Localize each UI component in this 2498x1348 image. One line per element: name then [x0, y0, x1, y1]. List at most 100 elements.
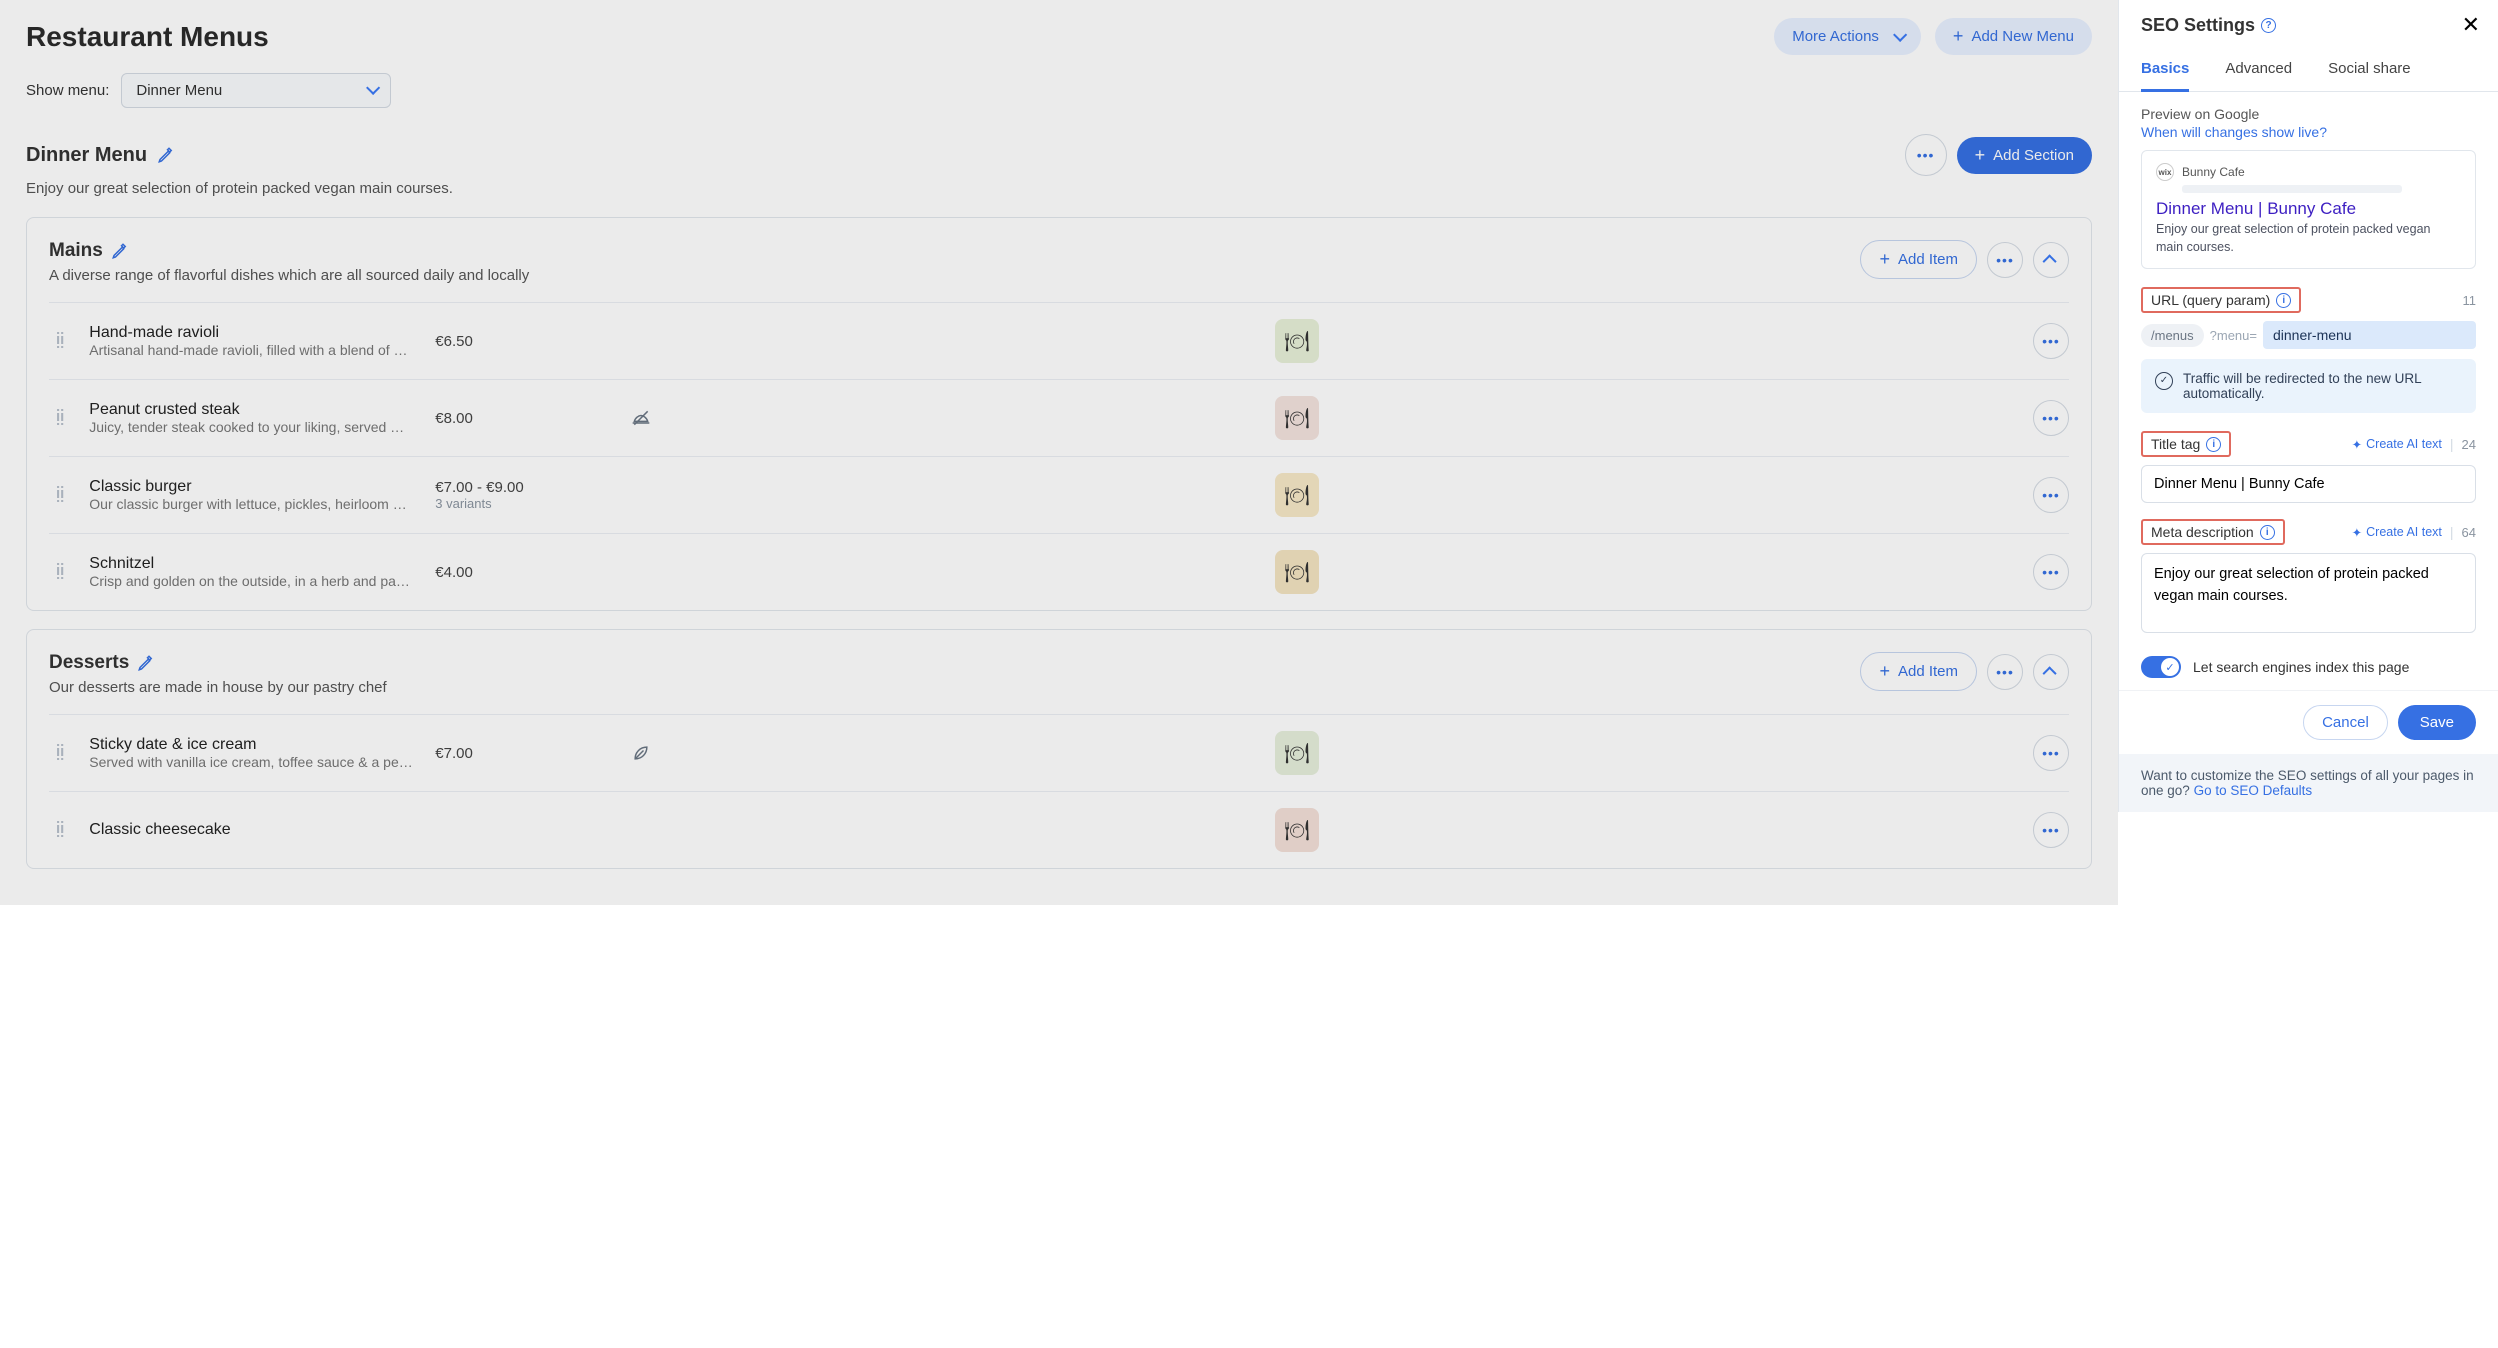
menu-select[interactable]: Dinner Menu — [121, 73, 391, 108]
drag-handle-icon[interactable]: ⠿⠿ — [49, 747, 73, 759]
redirect-notice-text: Traffic will be redirected to the new UR… — [2183, 371, 2462, 401]
index-page-toggle[interactable]: ✓ — [2141, 656, 2181, 678]
info-icon[interactable]: i — [2260, 525, 2275, 540]
section-more-button[interactable] — [1987, 654, 2023, 690]
item-more-button[interactable] — [2033, 812, 2069, 848]
item-price: €8.00 — [435, 410, 565, 427]
save-button[interactable]: Save — [2398, 705, 2476, 740]
item-more-button[interactable] — [2033, 323, 2069, 359]
title-create-ai-text-link[interactable]: ✦ Create AI text — [2352, 437, 2442, 452]
info-icon[interactable]: i — [2206, 437, 2221, 452]
page-title: Restaurant Menus — [26, 21, 269, 53]
drag-handle-icon[interactable]: ⠿⠿ — [49, 335, 73, 347]
meta-create-ai-text-link[interactable]: ✦ Create AI text — [2352, 525, 2442, 540]
plus-icon: + — [1879, 661, 1890, 682]
chevron-down-icon — [360, 82, 376, 99]
menu-more-button[interactable] — [1905, 134, 1947, 176]
collapse-button[interactable] — [2033, 242, 2069, 278]
item-more-button[interactable] — [2033, 735, 2069, 771]
item-name: Peanut crusted steak — [89, 401, 419, 419]
edit-icon[interactable] — [157, 146, 175, 164]
item-price: €7.00 — [435, 745, 565, 762]
item-more-button[interactable] — [2033, 477, 2069, 513]
section-title: Mains — [49, 240, 529, 262]
section-more-button[interactable] — [1987, 242, 2023, 278]
item-thumbnail: 🍽 — [1275, 808, 1319, 852]
add-item-button[interactable]: +Add Item — [1860, 240, 1977, 279]
menu-item-row[interactable]: ⠿⠿ Peanut crusted steak Juicy, tender st… — [49, 379, 2069, 456]
title-char-count: 24 — [2462, 437, 2476, 452]
check-circle-icon — [2155, 371, 2173, 390]
add-section-label: Add Section — [1993, 147, 2074, 164]
menu-item-row[interactable]: ⠿⠿ Classic cheesecake 🍽 — [49, 791, 2069, 868]
drag-handle-icon[interactable]: ⠿⠿ — [49, 412, 73, 424]
google-result-description: Enjoy our great selection of protein pac… — [2156, 221, 2461, 256]
section-subtitle: Our desserts are made in house by our pa… — [49, 679, 387, 696]
add-new-menu-button[interactable]: +Add New Menu — [1935, 18, 2092, 55]
cancel-button[interactable]: Cancel — [2303, 705, 2388, 740]
seo-settings-panel: SEO Settings? ✕ Basics Advanced Social s… — [2118, 0, 2498, 812]
item-description: Juicy, tender steak cooked to your likin… — [89, 419, 419, 435]
meta-char-count: 64 — [2462, 525, 2476, 540]
plus-icon: + — [1879, 249, 1890, 270]
tab-advanced[interactable]: Advanced — [2225, 48, 2292, 91]
item-thumbnail: 🍽 — [1275, 396, 1319, 440]
menu-section-card: Mains A diverse range of flavorful dishes… — [26, 217, 2092, 611]
title-tag-label: Title tagi — [2141, 431, 2231, 457]
help-icon[interactable]: ? — [2261, 18, 2276, 33]
url-char-count: 11 — [2463, 293, 2477, 308]
edit-icon[interactable] — [111, 242, 129, 260]
add-item-label: Add Item — [1898, 663, 1958, 680]
url-slug-input[interactable]: dinner-menu — [2263, 321, 2476, 349]
item-description: Crisp and golden on the outside, in a he… — [89, 573, 419, 589]
menu-description: Enjoy our great selection of protein pac… — [26, 180, 2092, 197]
menu-item-row[interactable]: ⠿⠿ Classic burger Our classic burger wit… — [49, 456, 2069, 533]
leaf-icon — [631, 743, 651, 763]
item-description: Served with vanilla ice cream, toffee sa… — [89, 754, 419, 770]
seo-defaults-footer: Want to customize the SEO settings of al… — [2119, 754, 2498, 812]
drag-handle-icon[interactable]: ⠿⠿ — [49, 566, 73, 578]
drag-handle-icon[interactable]: ⠿⠿ — [49, 824, 73, 836]
url-path-chip: /menus — [2141, 324, 2204, 347]
item-name: Classic cheesecake — [89, 821, 419, 839]
google-preview-card: wix Bunny Cafe Dinner Menu | Bunny Cafe E… — [2141, 150, 2476, 269]
item-thumbnail: 🍽 — [1275, 550, 1319, 594]
info-icon[interactable]: i — [2276, 293, 2291, 308]
tab-social-share[interactable]: Social share — [2328, 48, 2411, 91]
seo-defaults-link[interactable]: Go to SEO Defaults — [2194, 783, 2313, 798]
menu-name: Dinner Menu — [26, 144, 147, 167]
preview-live-link[interactable]: When will changes show live? — [2141, 124, 2476, 140]
collapse-button[interactable] — [2033, 654, 2069, 690]
url-field-label: URL (query param)i — [2141, 287, 2301, 313]
add-item-button[interactable]: + Add Item — [1860, 652, 1977, 691]
more-actions-label: More Actions — [1792, 28, 1879, 45]
menu-section-card: DessertsOur desserts are made in house b… — [26, 629, 2092, 869]
item-thumbnail: 🍽 — [1275, 731, 1319, 775]
item-name: Schnitzel — [89, 555, 419, 573]
google-result-title: Dinner Menu | Bunny Cafe — [2156, 199, 2461, 219]
item-variants: 3 variants — [435, 496, 565, 511]
menu-item-row[interactable]: ⠿⠿ Sticky date & ice cream Served with v… — [49, 714, 2069, 791]
toggle-knob-check-icon: ✓ — [2161, 658, 2179, 676]
add-section-button[interactable]: +Add Section — [1957, 137, 2092, 174]
more-actions-button[interactable]: More Actions — [1774, 18, 1921, 55]
tab-basics[interactable]: Basics — [2141, 48, 2189, 92]
item-name: Sticky date & ice cream — [89, 736, 419, 754]
wix-favicon-icon: wix — [2156, 163, 2174, 181]
edit-icon[interactable] — [137, 654, 155, 672]
section-subtitle: A diverse range of flavorful dishes whic… — [49, 267, 529, 284]
item-more-button[interactable] — [2033, 400, 2069, 436]
menu-item-row[interactable]: ⠿⠿ Hand-made ravioli Artisanal hand-made… — [49, 302, 2069, 379]
title-tag-input[interactable] — [2141, 465, 2476, 503]
item-more-button[interactable] — [2033, 554, 2069, 590]
meta-description-input[interactable] — [2141, 553, 2476, 633]
drag-handle-icon[interactable]: ⠿⠿ — [49, 489, 73, 501]
item-description: Our classic burger with lettuce, pickles… — [89, 496, 419, 512]
item-description: Artisanal hand-made ravioli, filled with… — [89, 342, 419, 358]
redirect-notice: Traffic will be redirected to the new UR… — [2141, 359, 2476, 413]
menu-item-row[interactable]: ⠿⠿ Schnitzel Crisp and golden on the out… — [49, 533, 2069, 610]
close-icon[interactable]: ✕ — [2462, 12, 2480, 38]
google-site-name: Bunny Cafe — [2182, 165, 2245, 179]
preview-label: Preview on Google — [2141, 106, 2476, 122]
item-thumbnail: 🍽 — [1275, 319, 1319, 363]
